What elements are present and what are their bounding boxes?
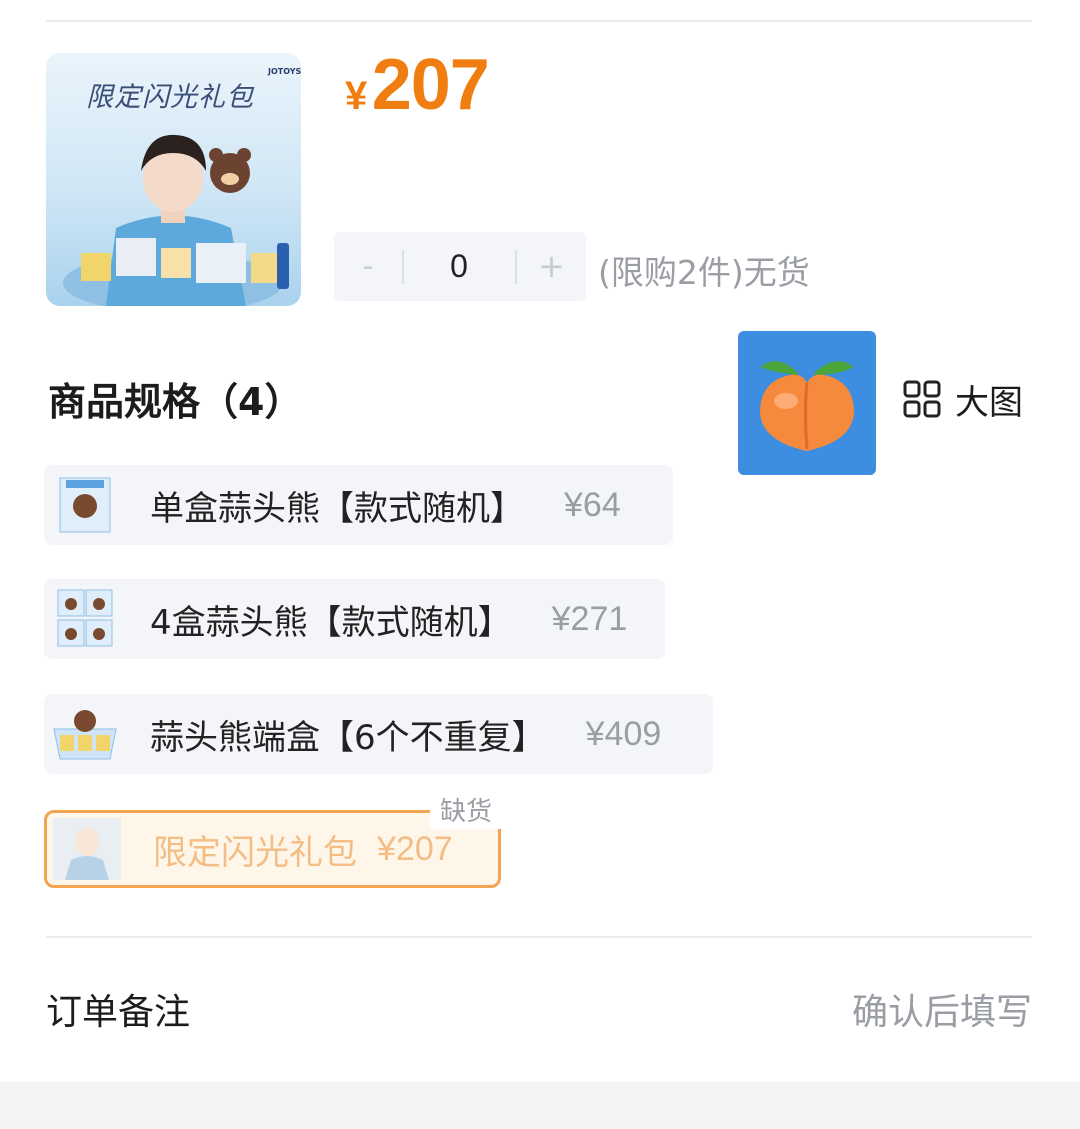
- spec-name: 单盒蒜头熊【款式随机】: [150, 488, 524, 529]
- spec-option[interactable]: 蒜头熊端盒【6个不重复】 ¥409: [44, 694, 713, 774]
- big-image-label: 大图: [955, 382, 1023, 423]
- top-divider: [46, 20, 1032, 22]
- quantity-stepper: - 0 +: [334, 232, 586, 301]
- spec-name: 4盒蒜头熊【款式随机】: [150, 602, 512, 643]
- sold-out-badge: 缺货: [430, 795, 502, 829]
- spec-thumbnail: [59, 477, 111, 533]
- bottom-band: [0, 1082, 1080, 1129]
- spec-thumbnail: [53, 710, 117, 760]
- stock-note: (限购2件)无货: [598, 253, 810, 292]
- spec-option[interactable]: 单盒蒜头熊【款式随机】 ¥64: [44, 465, 673, 545]
- specs-title: 商品规格（4）: [48, 380, 303, 424]
- spec-price: ¥409: [585, 714, 662, 753]
- price-value: 207: [371, 45, 490, 125]
- peach-emoji-image: [738, 331, 876, 475]
- spec-name: 限定闪光礼包: [153, 832, 357, 873]
- increase-button[interactable]: +: [517, 232, 586, 301]
- spec-thumbnail: [57, 589, 113, 647]
- section-divider: [46, 936, 1032, 938]
- spec-option[interactable]: 4盒蒜头熊【款式随机】 ¥271: [44, 579, 665, 659]
- quantity-input[interactable]: 0: [404, 232, 514, 301]
- price-currency: ¥: [345, 74, 368, 118]
- order-remark-label: 订单备注: [46, 992, 191, 1033]
- spec-price: ¥271: [551, 599, 628, 638]
- grid-icon: [903, 380, 941, 418]
- product-photo-illustration: [63, 134, 283, 306]
- spec-price: ¥207: [377, 829, 453, 868]
- product-image-tag: [277, 243, 289, 289]
- order-remark-field[interactable]: 确认后填写: [852, 983, 1032, 1035]
- spec-thumbnail: [53, 818, 121, 880]
- spec-price: ¥64: [564, 485, 621, 524]
- product-price: ¥ 207: [345, 44, 490, 126]
- spec-name: 蒜头熊端盒【6个不重复】: [150, 717, 546, 758]
- decrease-button[interactable]: -: [334, 232, 402, 301]
- product-image[interactable]: 限定闪光礼包 JOTOYS: [46, 53, 301, 306]
- big-image-toggle[interactable]: 大图: [903, 374, 1023, 424]
